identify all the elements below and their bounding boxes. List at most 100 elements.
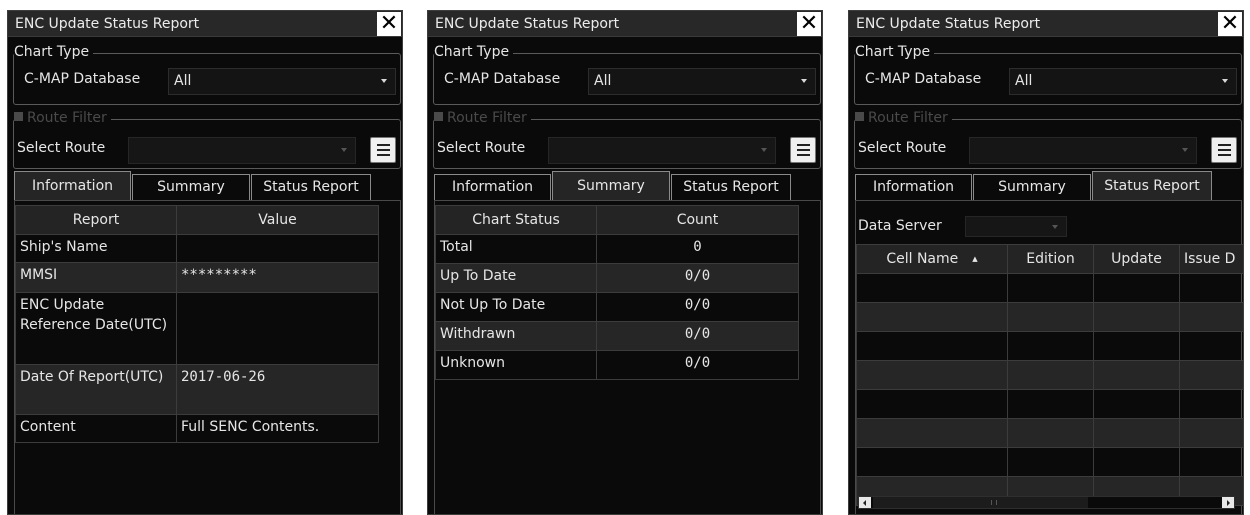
- horizontal-scrollbar[interactable]: [858, 496, 1235, 509]
- chevron-down-icon: [1052, 225, 1058, 229]
- column-header-report: Report: [15, 205, 177, 235]
- table-header-row: Chart Status Count: [435, 205, 799, 235]
- data-server-label: Data Server: [858, 218, 942, 234]
- c-map-database-dropdown[interactable]: All: [168, 68, 396, 95]
- chevron-down-icon: [341, 148, 347, 152]
- route-filter-legend: Route Filter: [27, 110, 107, 126]
- row-label: Up To Date: [435, 263, 597, 293]
- table-header-row: Report Value: [15, 205, 379, 235]
- close-button[interactable]: ✕: [797, 12, 821, 36]
- data-server-dropdown[interactable]: [965, 216, 1067, 237]
- column-header-issue-date[interactable]: Issue D: [1179, 244, 1243, 274]
- column-header-update[interactable]: Update: [1093, 244, 1180, 274]
- chevron-down-icon: [1182, 148, 1188, 152]
- table-row: [856, 302, 1243, 332]
- select-route-dropdown[interactable]: [128, 137, 356, 164]
- route-filter-checkbox[interactable]: Route Filter: [434, 110, 531, 126]
- tab-summary[interactable]: Summary: [552, 171, 670, 201]
- information-tab-content: Report Value Ship's Name MMSI ********* …: [14, 200, 401, 514]
- summary-tab-content: Chart Status Count Total 0 Up To Date 0/…: [434, 200, 821, 514]
- route-list-button[interactable]: [370, 137, 396, 163]
- close-button[interactable]: ✕: [377, 12, 401, 36]
- tab-information[interactable]: Information: [14, 171, 131, 201]
- c-map-database-dropdown[interactable]: All: [588, 68, 816, 95]
- route-filter-checkbox[interactable]: Route Filter: [14, 110, 111, 126]
- column-header-cell-name-label: Cell Name: [886, 251, 959, 267]
- scroll-left-button[interactable]: [859, 497, 871, 508]
- row-label: Content: [15, 414, 177, 443]
- close-button[interactable]: ✕: [1218, 12, 1242, 36]
- select-route-label: Select Route: [17, 140, 106, 156]
- c-map-database-dropdown[interactable]: All: [1009, 68, 1237, 95]
- chart-type-group: Chart Type C-MAP Database All: [854, 44, 1242, 105]
- row-label: Ship's Name: [15, 234, 177, 263]
- row-label: ENC Update Reference Date(UTC): [15, 292, 177, 365]
- c-map-database-value: All: [594, 73, 612, 89]
- route-list-button[interactable]: [790, 137, 816, 163]
- route-filter-legend: Route Filter: [447, 110, 527, 126]
- column-header-cell-name[interactable]: Cell Name ▲: [856, 244, 1008, 274]
- scroll-right-button[interactable]: [1222, 497, 1234, 508]
- summary-table: Chart Status Count Total 0 Up To Date 0/…: [435, 205, 799, 380]
- table-row: Total 0: [435, 234, 799, 264]
- window-title: ENC Update Status Report: [15, 16, 200, 32]
- tab-status-report[interactable]: Status Report: [1092, 171, 1212, 201]
- route-filter-group: Route Filter Select Route: [13, 110, 401, 169]
- select-route-dropdown[interactable]: [548, 137, 776, 164]
- row-label: Total: [435, 234, 597, 264]
- row-value: *********: [176, 262, 379, 293]
- sort-ascending-icon: ▲: [972, 255, 978, 263]
- tab-information[interactable]: Information: [855, 174, 972, 200]
- table-row: Not Up To Date 0/0: [435, 292, 799, 322]
- table-row: [856, 389, 1243, 419]
- row-value: [176, 292, 379, 365]
- enc-report-window-information: ENC Update Status Report ✕ Chart Type C-…: [7, 10, 403, 515]
- table-row: MMSI *********: [15, 262, 379, 293]
- table-row: Date Of Report(UTC) 2017-06-26: [15, 364, 379, 415]
- grip-icon: [991, 500, 997, 505]
- tab-status-report[interactable]: Status Report: [251, 174, 371, 200]
- row-value: Full SENC Contents.: [176, 414, 379, 443]
- c-map-database-label: C-MAP Database: [444, 71, 561, 87]
- column-header-edition[interactable]: Edition: [1007, 244, 1094, 274]
- select-route-dropdown[interactable]: [969, 137, 1197, 164]
- chevron-down-icon: [801, 79, 807, 83]
- title-bar: ENC Update Status Report ✕: [849, 11, 1243, 37]
- chart-type-group: Chart Type C-MAP Database All: [433, 44, 821, 105]
- row-value: 0/0: [596, 263, 799, 293]
- chevron-down-icon: [381, 79, 387, 83]
- row-label: Withdrawn: [435, 321, 597, 351]
- c-map-database-value: All: [1015, 73, 1033, 89]
- table-row: Content Full SENC Contents.: [15, 414, 379, 443]
- select-route-label: Select Route: [858, 140, 947, 156]
- route-list-button[interactable]: [1211, 137, 1237, 163]
- tab-status-report[interactable]: Status Report: [671, 174, 791, 200]
- chevron-down-icon: [1222, 79, 1228, 83]
- chart-type-legend: Chart Type: [855, 44, 935, 60]
- tab-information[interactable]: Information: [434, 174, 551, 200]
- row-value: 0: [596, 234, 799, 264]
- list-icon: [797, 144, 810, 146]
- chevron-down-icon: [761, 148, 767, 152]
- table-row: ENC Update Reference Date(UTC): [15, 292, 379, 365]
- route-filter-checkbox[interactable]: Route Filter: [855, 110, 952, 126]
- list-icon: [377, 144, 390, 146]
- route-filter-legend: Route Filter: [868, 110, 948, 126]
- c-map-database-label: C-MAP Database: [24, 71, 141, 87]
- list-icon: [1218, 144, 1231, 146]
- checkbox-icon: [14, 112, 23, 121]
- tab-summary[interactable]: Summary: [132, 174, 250, 200]
- enc-report-window-status-report: ENC Update Status Report ✕ Chart Type C-…: [848, 10, 1244, 515]
- window-title: ENC Update Status Report: [856, 16, 1041, 32]
- checkbox-icon: [855, 112, 864, 121]
- scroll-thumb[interactable]: [873, 497, 1088, 508]
- chart-type-legend: Chart Type: [434, 44, 514, 60]
- window-title: ENC Update Status Report: [435, 16, 620, 32]
- row-value: 0/0: [596, 292, 799, 322]
- table-row: [856, 273, 1243, 303]
- select-route-label: Select Route: [437, 140, 526, 156]
- row-label: Unknown: [435, 350, 597, 380]
- table-row: [856, 331, 1243, 361]
- table-row: Up To Date 0/0: [435, 263, 799, 293]
- tab-summary[interactable]: Summary: [973, 174, 1091, 200]
